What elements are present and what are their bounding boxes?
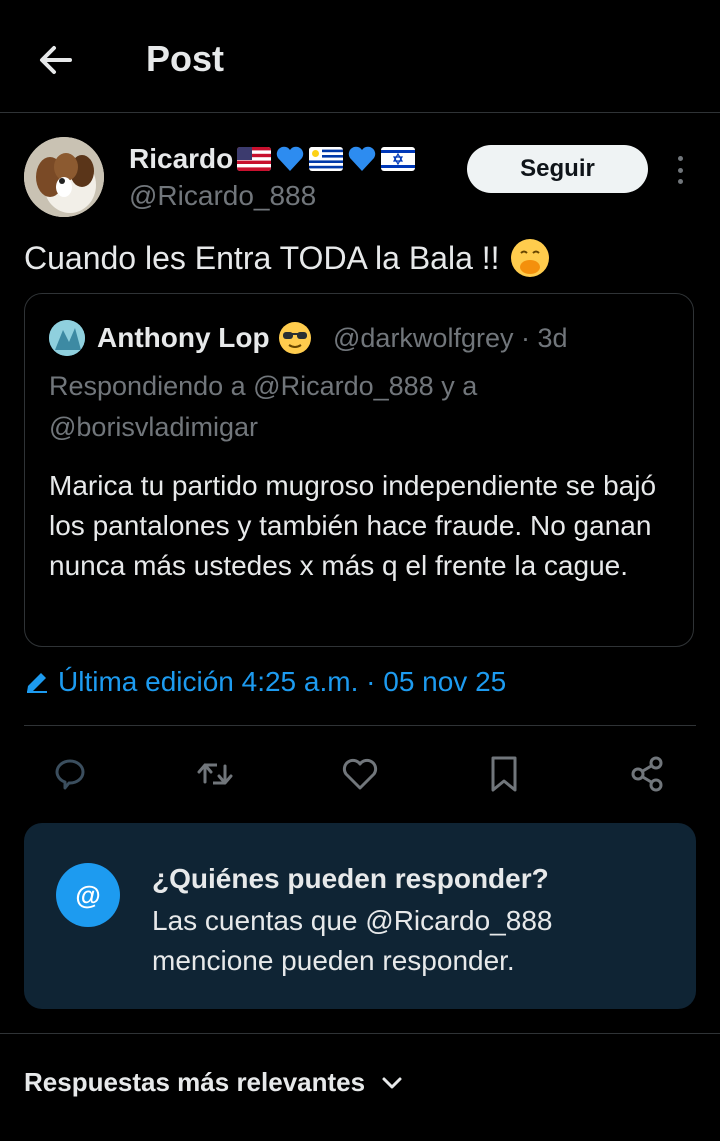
author-avatar[interactable] <box>24 137 104 217</box>
post-actions-bar <box>0 750 720 800</box>
top-bar: Post <box>0 0 720 113</box>
repost-icon <box>197 763 233 785</box>
back-button[interactable] <box>34 38 78 82</box>
reply-icon <box>55 759 85 790</box>
quoted-author-name[interactable]: Anthony Lop <box>97 321 312 355</box>
us-flag-icon <box>237 147 272 171</box>
quoted-author-name-text: Anthony Lop <box>97 322 270 353</box>
page-title: Post <box>146 38 225 79</box>
share-button[interactable] <box>624 750 672 798</box>
reply-restriction-card: @ ¿Quiénes pueden responder? Las cuentas… <box>24 823 696 1009</box>
divider <box>24 725 696 726</box>
like-button[interactable] <box>336 750 384 798</box>
back-arrow-icon <box>40 46 72 74</box>
share-icon <box>631 756 663 792</box>
replies-sort-dropdown[interactable]: Respuestas más relevantes <box>24 1067 403 1098</box>
quoted-time: 3d <box>537 323 568 353</box>
last-edited-link[interactable]: Última edición 4:25 a.m. · 05 nov 25 <box>24 666 506 698</box>
uruguay-flag-icon <box>309 147 344 171</box>
bookmark-icon <box>491 756 517 792</box>
reply-restriction-title: ¿Quiénes pueden responder? <box>152 863 549 894</box>
quoted-post-text: Marica tu partido mugroso independiente … <box>49 470 657 581</box>
hand-over-mouth-emoji-icon <box>510 239 549 277</box>
quoted-author-handle: @darkwolfgrey <box>333 323 514 353</box>
at-sign-icon: @ <box>56 863 120 927</box>
repost-button[interactable] <box>191 750 239 798</box>
last-edited-text: Última edición 4:25 a.m. · 05 nov 25 <box>58 666 507 697</box>
replying-to: Respondiendo a @Ricardo_888 y a @borisvl… <box>49 371 478 442</box>
post-text-content: Cuando les Entra TODA la Bala !! <box>24 239 500 276</box>
quoted-post-card[interactable]: Anthony Lop @darkwolfgrey · 3d Respondie… <box>24 293 694 647</box>
sunglasses-emoji-icon <box>278 322 311 354</box>
divider <box>0 1033 720 1034</box>
replying-user-link[interactable]: @borisvladimigar <box>49 412 258 442</box>
more-options-button[interactable] <box>668 152 692 188</box>
quoted-author-avatar[interactable] <box>49 320 85 356</box>
author-handle[interactable]: @Ricardo_888 <box>129 180 316 212</box>
reply-restriction-description: Las cuentas que @Ricardo_888 mencione pu… <box>152 905 553 976</box>
blue-heart-icon <box>277 146 304 171</box>
replying-user-link[interactable]: @Ricardo_888 <box>253 371 434 401</box>
quoted-handle-time: @darkwolfgrey · 3d <box>333 323 568 353</box>
blue-heart-icon <box>349 146 376 171</box>
follow-button[interactable]: Seguir <box>467 145 648 193</box>
author-name-text: Ricardo <box>129 143 234 174</box>
edit-pencil-icon <box>27 673 47 693</box>
like-icon <box>342 758 378 790</box>
replies-sort-label: Respuestas más relevantes <box>24 1067 366 1097</box>
author-name[interactable]: Ricardo <box>129 143 416 175</box>
post-text: Cuando les Entra TODA la Bala !! <box>24 238 550 278</box>
chevron-down-icon <box>382 1077 402 1088</box>
bookmark-button[interactable] <box>480 750 528 798</box>
reply-button[interactable] <box>47 750 95 798</box>
more-vertical-icon <box>677 156 683 161</box>
israel-flag-icon <box>381 147 416 171</box>
